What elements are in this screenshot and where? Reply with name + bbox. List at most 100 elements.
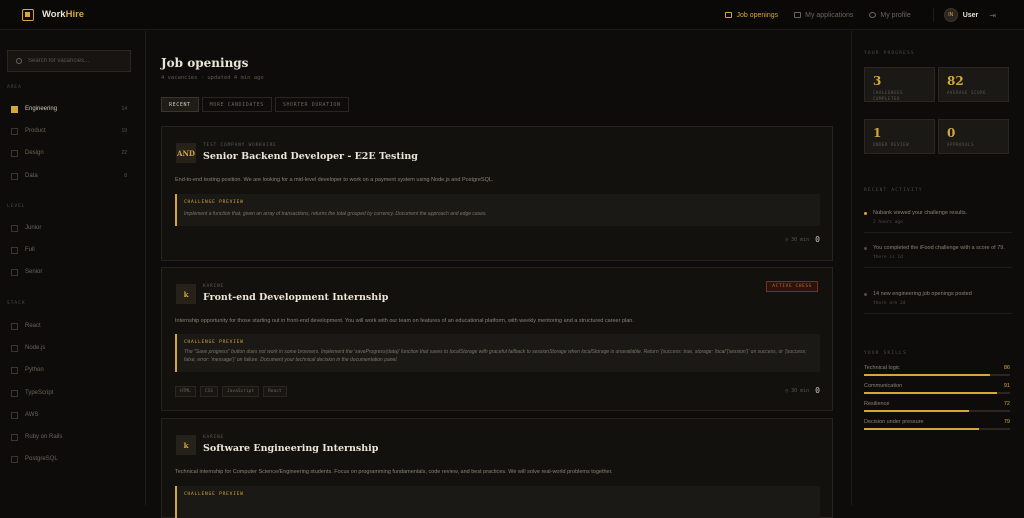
filter-senior[interactable]: Senior [11,266,127,278]
nav-label: Job openings [736,11,779,19]
filter-label: Python [25,367,44,373]
filter-design[interactable]: Design 22 [11,147,127,159]
skill-bar-fill [864,410,970,412]
checkbox[interactable] [11,322,18,330]
filter-typescript[interactable]: TypeScript [11,387,127,399]
logout-icon[interactable]: ⇥ [989,11,996,20]
company-name: TEST COMPANY WORKHIRE [203,143,277,148]
activity-time: there are 2d [873,301,906,306]
skill-bar [864,374,1010,376]
filter-label: React [25,323,41,329]
nav-job-openings[interactable]: Job openings [725,12,778,19]
filter-data[interactable]: Data 8 [11,170,127,182]
skill-bar [864,428,1010,430]
filter-sidebar: AREA Engineering 14 Product 19 Design 22 Da… [0,31,146,505]
activity-item[interactable]: 14 new engineering job openings posted t… [864,290,1012,314]
progress-panel: YOUR PROGRESS 3 CHALLENGES COMPLETED 82 … [851,31,1024,505]
job-title[interactable]: Senior Backend Developer - E2E Testing [203,151,418,162]
checkbox[interactable] [11,149,18,157]
skill-bar-fill [864,392,997,394]
activity-text: You completed the iFood challenge with a… [873,245,1005,251]
tab-recent[interactable]: RECENT [161,97,199,112]
checkbox[interactable] [11,127,18,135]
stack-label: STACK [7,301,26,306]
stat-card: 1 UNDER REVIEW [864,119,935,154]
job-title[interactable]: Front-end Development Internship [203,292,388,303]
top-bar: WorkHire Job openings My applications My… [0,0,1024,30]
skill-bar-fill [864,374,990,376]
checkbox[interactable] [11,411,18,419]
preview-label: CHALLENGE PREVIEW [184,200,244,205]
filter-react[interactable]: React [11,320,127,332]
checkbox[interactable] [11,389,18,397]
user-menu[interactable]: IN User ⇥ [932,8,996,22]
filter-label: Product [25,128,46,134]
filter-label: TypeScript [25,390,54,396]
activity-text: Nubank viewed your challenge results. [873,210,968,216]
filter-count: 22 [121,150,127,156]
checkbox[interactable] [11,366,18,374]
brand-name: WorkHire [42,9,85,20]
tag[interactable]: HTML [175,386,196,397]
tag[interactable]: React [263,386,287,397]
filter-product[interactable]: Product 19 [11,125,127,137]
checkbox[interactable] [11,268,18,276]
checkbox[interactable] [11,246,18,254]
main-nav: Job openings My applications My profile … [725,0,1024,30]
filter-postgresql[interactable]: PostgreSQL [11,453,127,465]
tag[interactable]: JavaScript [221,386,260,397]
candidate-count: 0 [815,386,820,395]
job-card[interactable]: k KARINE Front-end Development Internshi… [161,267,833,411]
activity-label: RECENT ACTIVITY [864,188,923,193]
avatar: IN [943,8,958,22]
skill-name: Technical logic [864,365,900,371]
tab-more-candidates[interactable]: MORE CANDIDATES [201,97,272,112]
filter-full[interactable]: Full [11,244,127,256]
filter-count: 8 [124,173,127,179]
preview-text: Implement a function that, given an arra… [184,211,487,217]
filter-python[interactable]: Python [11,364,127,376]
filter-engineering[interactable]: Engineering 14 [11,103,127,115]
nav-my-applications[interactable]: My applications [794,12,853,19]
job-title[interactable]: Software Engineering Internship [203,443,378,454]
skill-bar [864,410,1010,412]
challenge-preview: CHALLENGE PREVIEW Implement a function t… [175,194,820,226]
activity-dot [864,247,867,250]
search-icon [16,58,22,64]
nav-my-profile[interactable]: My profile [869,12,911,19]
nav-label: My applications [805,11,854,19]
activity-item[interactable]: You completed the iFood challenge with a… [864,244,1012,268]
search-input[interactable] [28,58,128,64]
filter-aws[interactable]: AWS [11,409,127,421]
tab-shorter-duration[interactable]: SHORTER DURATION [274,97,349,112]
job-meta: ◷ 30 min 0 [785,386,820,395]
filter-ruby-on-rails[interactable]: Ruby on Rails [11,431,127,443]
filter-label: AWS [25,412,39,418]
filter-junior[interactable]: Junior [11,222,127,234]
job-card[interactable]: k KARINE Software Engineering Internship… [161,418,833,518]
checkbox[interactable] [11,224,18,232]
checkbox[interactable] [11,105,18,113]
activity-text: 14 new engineering job openings posted [873,291,972,297]
brand[interactable]: WorkHire [22,8,85,21]
activity-time: 2 hours ago [873,220,903,225]
job-description: Technical internship for Computer Scienc… [175,469,613,475]
preview-label: CHALLENGE PREVIEW [184,492,244,497]
checkbox[interactable] [11,172,18,180]
stat-card: 0 APPROVALS [938,119,1009,154]
stat-value: 0 [947,126,956,140]
checkbox[interactable] [11,433,18,441]
filter-label: Design [25,150,44,156]
filter-label: Node.js [25,345,46,351]
job-card[interactable]: AND TEST COMPANY WORKHIRE Senior Backend… [161,126,833,261]
activity-item[interactable]: Nubank viewed your challenge results. 2 … [864,209,1012,233]
checkbox[interactable] [11,344,18,352]
filter-nodejs[interactable]: Node.js [11,342,127,354]
tag[interactable]: CSS [199,386,218,397]
skill-row: Communication 91 [864,383,1010,401]
checkbox[interactable] [11,455,18,463]
skill-name: Resilience [864,401,890,407]
document-icon [794,12,802,18]
company-name: KARINE [203,284,225,289]
preview-label: CHALLENGE PREVIEW [184,340,244,345]
